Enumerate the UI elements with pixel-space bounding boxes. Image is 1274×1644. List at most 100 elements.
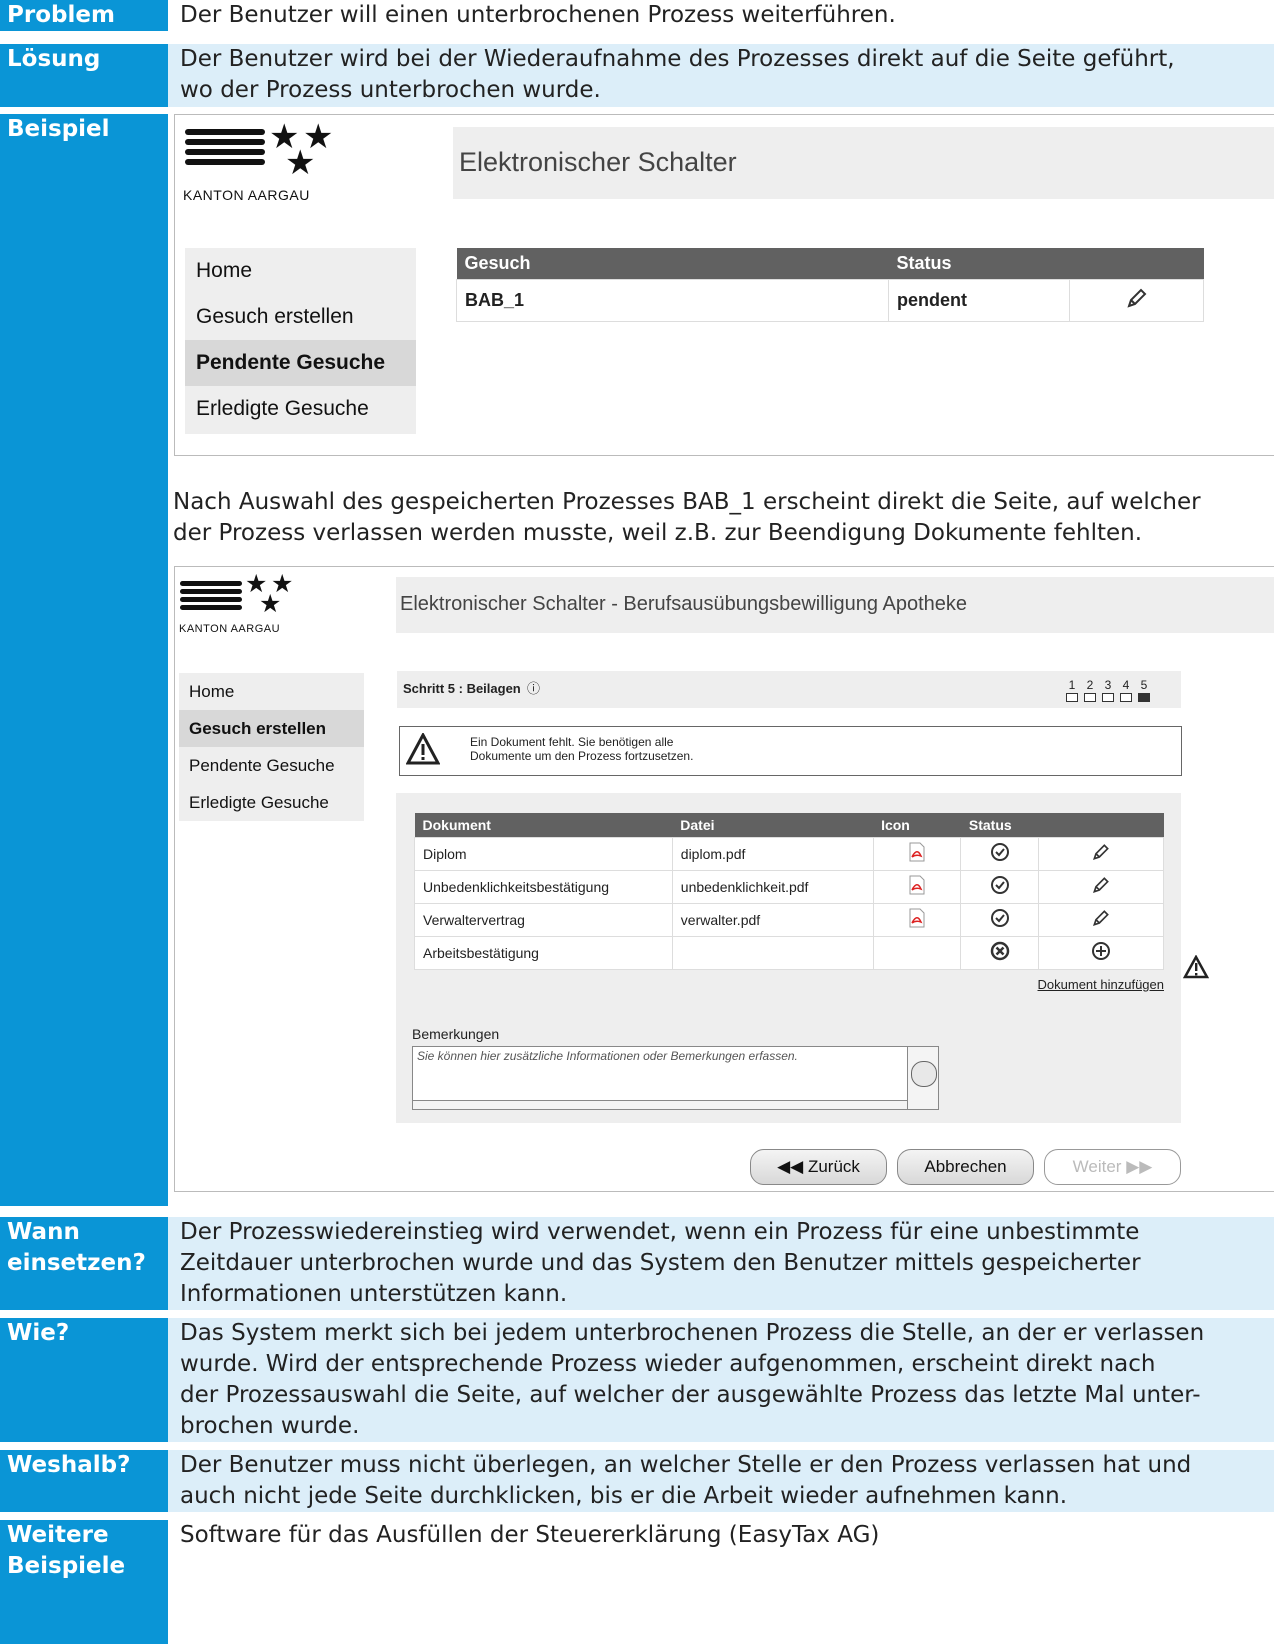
wann-row: Wann einsetzen? Der Prozesswiedereinstie… — [0, 1217, 1274, 1310]
wie-line-1: Das System merkt sich bei jedem unterbro… — [180, 1320, 1205, 1346]
cell-status — [960, 836, 1040, 871]
horizontal-scrollbar[interactable] — [413, 1100, 907, 1109]
scroll-thumb[interactable] — [911, 1061, 937, 1087]
loesung-label: Lösung — [0, 44, 168, 107]
pdf-file-icon[interactable] — [908, 908, 926, 928]
nav-home[interactable]: Home — [179, 673, 364, 710]
cell-action[interactable] — [1038, 935, 1164, 970]
wie-label: Wie? — [0, 1318, 168, 1442]
aargau-waves-icon — [180, 581, 242, 613]
pencil-icon[interactable] — [1091, 908, 1111, 928]
warning-icon — [406, 733, 440, 765]
nav-erledigte-gesuche[interactable]: Erledigte Gesuche — [185, 386, 416, 432]
plus-circle-icon[interactable] — [1091, 941, 1111, 961]
cell-datei — [671, 935, 874, 970]
column-header-action — [1038, 813, 1164, 837]
wie-row: Wie? Das System merkt sich bei jedem unt… — [0, 1318, 1274, 1442]
pending-table: Gesuch Status BAB_1 pendent — [456, 248, 1204, 322]
column-header-status: Status — [888, 248, 1070, 279]
step-label: Schritt 5 : Beilagen — [403, 681, 521, 696]
warning-text: Ein Dokument fehlt. Sie benötigen alle D… — [470, 735, 693, 763]
cell-gesuch: BAB_1 — [456, 278, 889, 322]
step-box — [1066, 693, 1078, 702]
nav-gesuch-erstellen[interactable]: Gesuch erstellen — [185, 294, 416, 340]
wann-label-2: einsetzen? — [7, 1250, 146, 1276]
cell-datei: unbedenklichkeit.pdf — [671, 869, 874, 904]
nav-pendente-gesuche[interactable]: Pendente Gesuche — [179, 747, 364, 784]
loesung-line-1: Der Benutzer wird bei der Wiederaufnahme… — [180, 46, 1175, 72]
next-button[interactable]: Weiter ▶▶ — [1044, 1149, 1181, 1185]
column-header-icon: Icon — [873, 813, 961, 837]
pencil-icon[interactable] — [1091, 875, 1111, 895]
column-header-gesuch: Gesuch — [456, 248, 889, 279]
page-title: Elektronischer Schalter - Berufsausübung… — [400, 593, 968, 615]
weitere-label: Weitere Beispiele — [0, 1520, 168, 1644]
step-number: 3 — [1104, 678, 1112, 692]
step-2: 2 — [1081, 679, 1099, 702]
pencil-icon[interactable] — [1091, 842, 1111, 862]
nav-erledigte-gesuche[interactable]: Erledigte Gesuche — [179, 784, 364, 821]
wie-line-4: brochen wurde. — [180, 1413, 360, 1439]
remarks-textarea[interactable]: Sie können hier zusätzliche Informatione… — [412, 1046, 939, 1110]
step-number: 4 — [1122, 678, 1130, 692]
step-4: 4 — [1117, 679, 1135, 702]
warning-icon — [1183, 955, 1209, 979]
cell-action[interactable] — [1038, 902, 1164, 937]
mockup-document-step: ★ ★ ★ KANTON AARGAU Elektronischer Schal… — [174, 566, 1274, 1192]
loesung-text: Der Benutzer wird bei der Wiederaufnahme… — [168, 44, 1274, 107]
step-3: 3 — [1099, 679, 1117, 702]
cell-icon — [872, 902, 962, 937]
step-box — [1102, 693, 1114, 702]
pdf-file-icon[interactable] — [908, 875, 926, 895]
cell-status: pendent — [888, 278, 1070, 322]
info-icon[interactable]: ⓘ — [527, 678, 540, 697]
weshalb-row: Weshalb? Der Benutzer muss nicht überleg… — [0, 1450, 1274, 1512]
cell-icon — [872, 836, 962, 871]
wie-text: Das System merkt sich bei jedem unterbro… — [168, 1318, 1274, 1442]
pencil-icon[interactable] — [1125, 286, 1149, 310]
beispiel-caption: Nach Auswahl des gespeicherten Prozesses… — [168, 487, 1274, 549]
column-header-status: Status — [960, 813, 1039, 837]
logo-text: KANTON AARGAU — [183, 187, 310, 203]
nav-pendente-gesuche[interactable]: Pendente Gesuche — [185, 340, 416, 386]
logo-text: KANTON AARGAU — [179, 623, 281, 635]
cell-action[interactable] — [1038, 869, 1164, 904]
vertical-scrollbar[interactable] — [907, 1047, 938, 1109]
beispiel-label: Beispiel — [0, 114, 168, 1206]
table-row[interactable]: BAB_1 pendent — [456, 278, 1204, 322]
pdf-file-icon[interactable] — [908, 842, 926, 862]
step-number: 5 — [1140, 678, 1148, 692]
cancel-button[interactable]: Abbrechen — [897, 1149, 1034, 1185]
table-row[interactable]: Verwaltervertrag verwalter.pdf — [414, 902, 1164, 937]
add-document-link[interactable]: Dokument hinzufügen — [1038, 977, 1164, 992]
nav-gesuch-erstellen[interactable]: Gesuch erstellen — [179, 710, 364, 747]
cell-status — [960, 902, 1040, 937]
wann-label-1: Wann — [7, 1219, 80, 1245]
cell-dokument: Unbedenklichkeitsbestätigung — [414, 869, 673, 904]
wann-text: Der Prozesswiedereinstieg wird verwendet… — [168, 1217, 1274, 1310]
step-bar: Schritt 5 : Beilagen ⓘ 12345 — [397, 671, 1181, 708]
back-button[interactable]: ◀◀ Zurück — [750, 1149, 887, 1185]
nav-home[interactable]: Home — [185, 248, 416, 294]
step-5: 5 — [1135, 679, 1153, 702]
edit-cell[interactable] — [1069, 278, 1204, 322]
check-circle-icon — [990, 909, 1009, 927]
warning-line-1: Ein Dokument fehlt. Sie benötigen alle — [470, 735, 674, 749]
wie-line-2: wurde. Wird der entsprechende Prozess wi… — [180, 1351, 1156, 1377]
cell-status — [960, 935, 1040, 970]
weshalb-line-2: auch nicht jede Seite durchklicken, bis … — [180, 1483, 1068, 1509]
table-row[interactable]: Arbeitsbestätigung — [414, 935, 1164, 970]
problem-label: Problem — [0, 0, 168, 31]
cell-datei: verwalter.pdf — [671, 902, 874, 937]
document-panel: Dokument Datei Icon Status Diplom diplom.… — [396, 793, 1209, 1123]
cell-action[interactable] — [1038, 836, 1164, 871]
weshalb-line-1: Der Benutzer muss nicht überlegen, an we… — [180, 1452, 1192, 1478]
page-title: Elektronischer Schalter — [459, 147, 737, 177]
mockup-pending-list: ★ ★ ★ KANTON AARGAU Elektronischer Schal… — [174, 114, 1274, 456]
table-row[interactable]: Diplom diplom.pdf — [414, 836, 1164, 871]
cell-datei: diplom.pdf — [671, 836, 874, 871]
loesung-line-2: wo der Prozess unterbrochen wurde. — [180, 77, 601, 103]
x-circle-icon — [990, 941, 1010, 961]
table-row[interactable]: Unbedenklichkeitsbestätigung unbedenklich… — [414, 869, 1164, 904]
step-number: 1 — [1068, 678, 1076, 692]
